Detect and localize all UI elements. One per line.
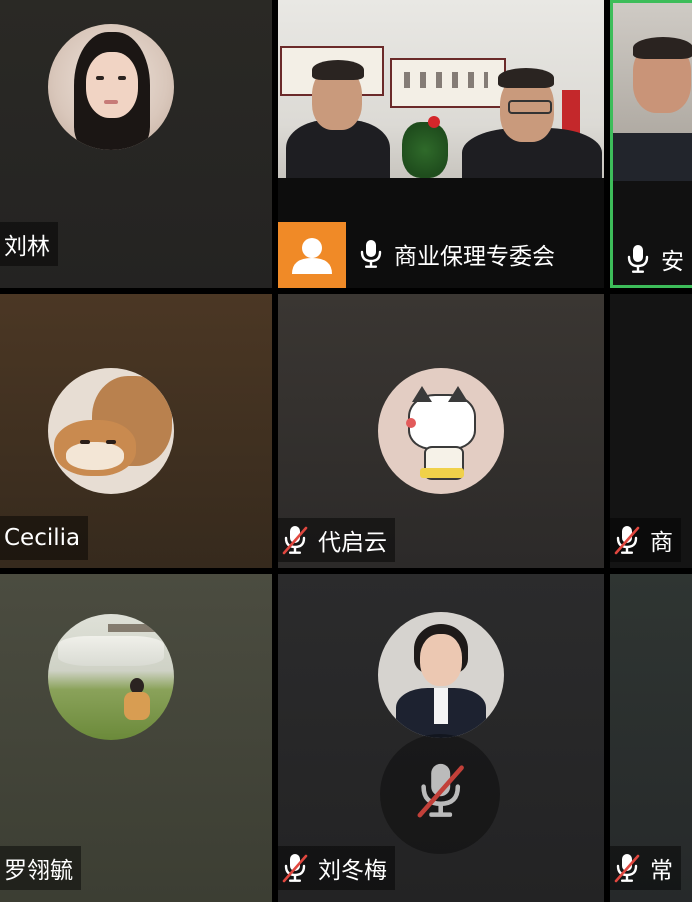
participant-tile-dai-qiyun[interactable]: 代启云 xyxy=(278,294,604,568)
participant-nametag: 安 xyxy=(621,237,692,281)
participant-tile-luo-lingyu[interactable]: 罗翎毓 xyxy=(0,574,272,902)
user-placeholder-icon xyxy=(292,238,332,274)
participant-nametag: 常 xyxy=(610,846,681,890)
microphone-muted-icon xyxy=(614,525,640,555)
participant-nametag: 刘林 xyxy=(0,222,58,266)
participant-name: 常 xyxy=(650,858,673,884)
participant-avatar xyxy=(48,24,174,150)
participant-tile-shangye-baoli[interactable]: 商业保理专委会 xyxy=(278,0,604,288)
participant-avatar xyxy=(378,612,504,738)
participant-avatar xyxy=(48,614,174,740)
participant-name: 刘林 xyxy=(4,234,50,260)
mute-indicator xyxy=(380,734,500,854)
participant-nametag: Cecilia xyxy=(0,516,89,560)
participant-avatar xyxy=(48,368,174,494)
participant-name: Cecilia xyxy=(4,525,81,551)
participant-name: 代启云 xyxy=(318,530,387,556)
participant-name: 安 xyxy=(661,249,684,275)
participant-name: 罗翎毓 xyxy=(4,858,73,884)
participant-video xyxy=(613,3,692,181)
microphone-icon xyxy=(627,244,649,274)
microphone-icon xyxy=(360,239,382,269)
participant-nametag: 商 xyxy=(610,518,681,562)
participant-avatar xyxy=(378,368,504,494)
participant-tile-liu-lin[interactable]: 刘林 xyxy=(0,0,272,288)
microphone-muted-icon xyxy=(614,853,640,883)
participant-tile-liu-dongmei[interactable]: 刘冬梅 xyxy=(278,574,604,902)
participant-name: 刘冬梅 xyxy=(318,858,387,884)
participant-video xyxy=(278,0,604,178)
host-badge xyxy=(278,222,346,288)
participant-tile-cecilia[interactable]: Cecilia xyxy=(0,294,272,568)
participant-name: 商业保理专委会 xyxy=(394,244,555,270)
participant-nametag: 刘冬梅 xyxy=(278,846,395,890)
participant-name: 商 xyxy=(650,530,673,556)
participant-tile-shang[interactable]: 商 xyxy=(610,294,692,568)
participant-nametag: 罗翎毓 xyxy=(0,846,81,890)
participant-tile-chang[interactable]: 常 xyxy=(610,574,692,902)
microphone-muted-icon xyxy=(282,525,308,555)
microphone-muted-icon xyxy=(282,853,308,883)
participant-tile-an[interactable]: 安 xyxy=(610,0,692,288)
participant-nametag: 代启云 xyxy=(278,518,395,562)
participant-nametag: 商业保理专委会 xyxy=(354,232,563,276)
microphone-muted-icon xyxy=(417,763,464,818)
